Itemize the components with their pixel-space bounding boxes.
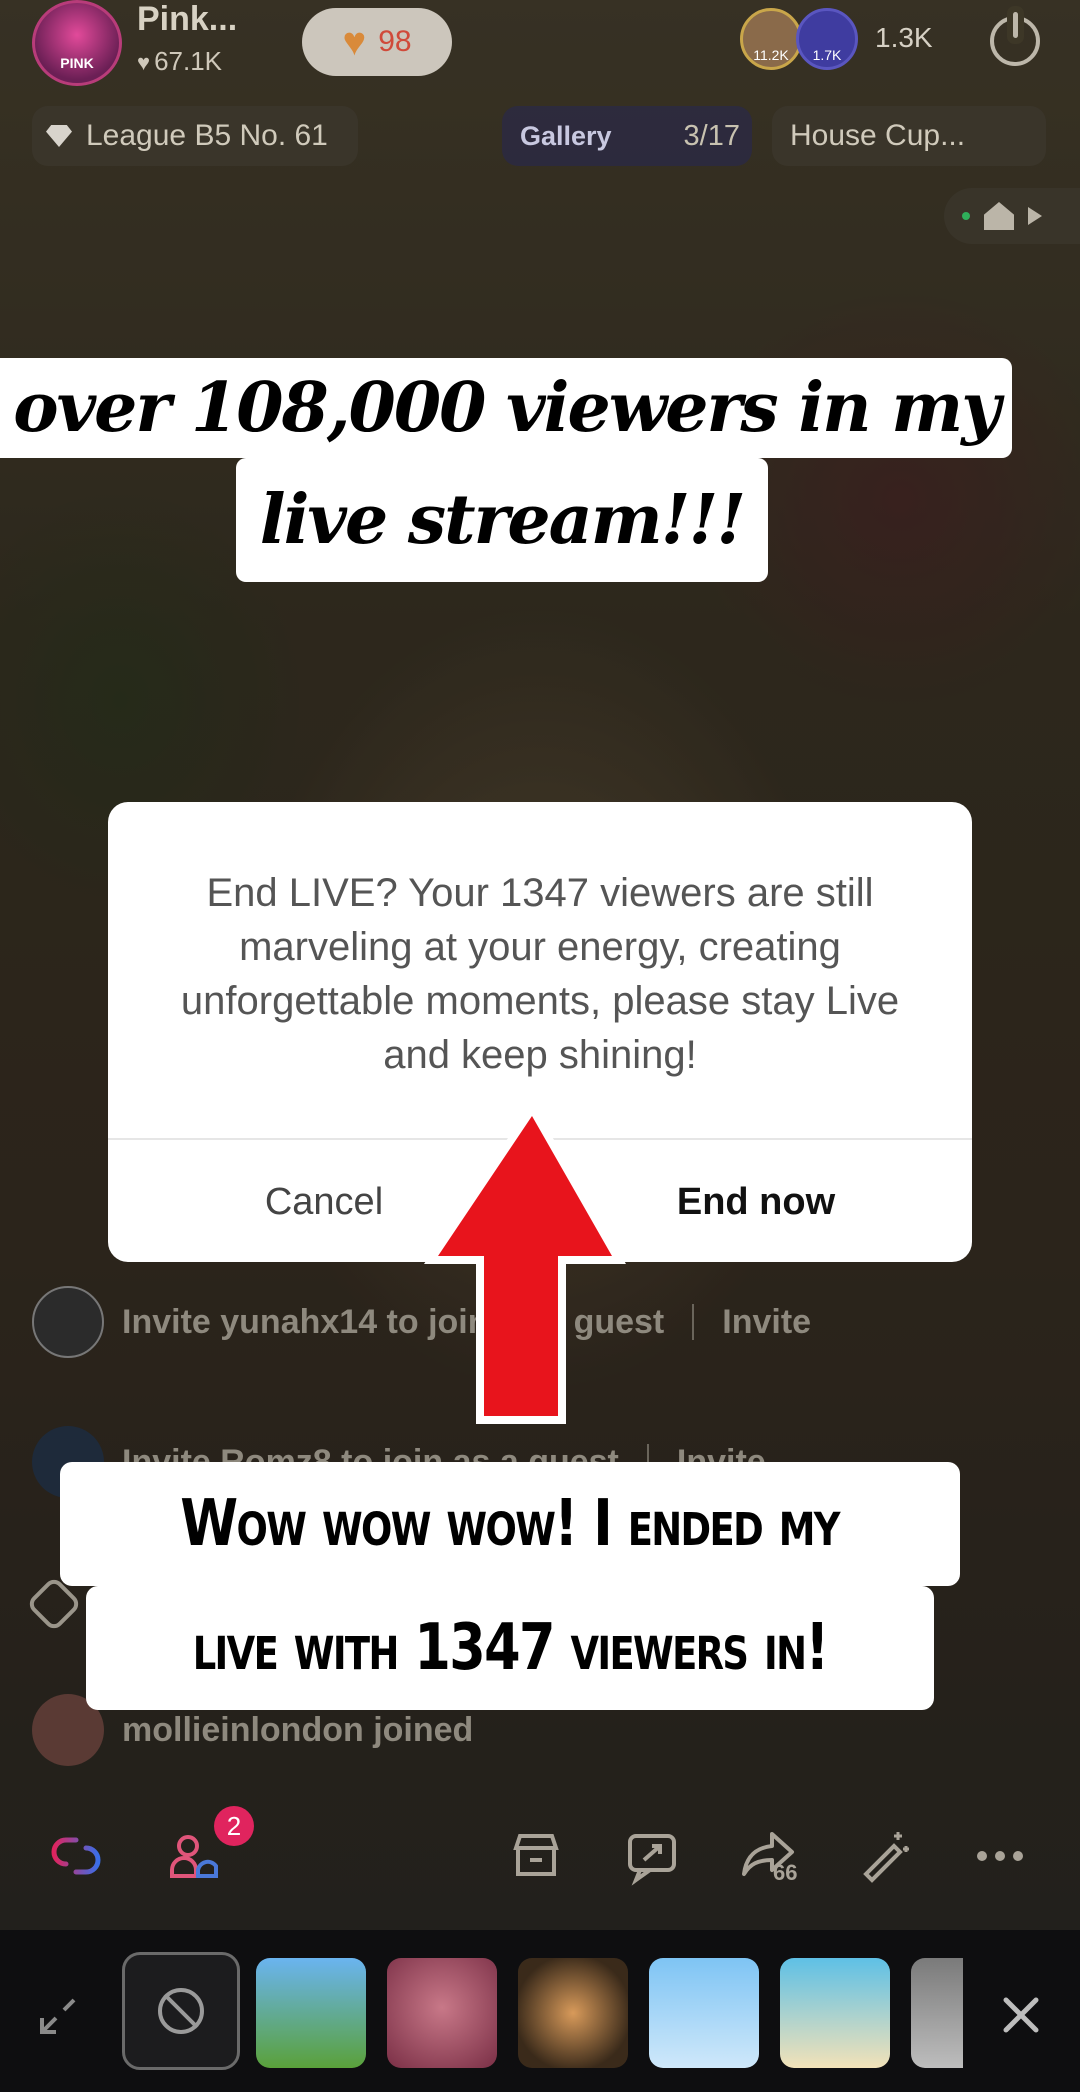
close-icon[interactable] xyxy=(996,1990,1046,2040)
gallery-label: Gallery xyxy=(520,120,612,151)
more-icon[interactable] xyxy=(964,1820,1036,1892)
power-icon[interactable] xyxy=(990,12,1040,66)
caption-text: live with 1347 viewers in! xyxy=(192,1611,830,1685)
red-arrow-icon xyxy=(424,1102,626,1424)
house-cup-label: House Cup... xyxy=(790,119,966,152)
heart-icon: ♥ xyxy=(137,50,151,75)
gift-pill[interactable]: ♥ 98 xyxy=(302,8,452,76)
effect-thumbnail[interactable] xyxy=(518,1958,628,2068)
invite-button[interactable]: Invite xyxy=(722,1303,811,1342)
dialog-message: End LIVE? Your 1347 viewers are still ma… xyxy=(180,871,900,1077)
comment-share-icon[interactable] xyxy=(616,1820,688,1892)
streamer-name[interactable]: Pink... xyxy=(137,0,237,39)
diamond-icon xyxy=(46,125,72,147)
caption-bottom-line-2: live with 1347 viewers in! xyxy=(86,1586,934,1710)
gift-value: 98 xyxy=(378,25,412,58)
effect-thumbnail[interactable] xyxy=(649,1958,759,2068)
expand-icon[interactable] xyxy=(38,1996,78,2036)
caption-text: live stream!!! xyxy=(259,480,746,560)
magic-wand-icon[interactable] xyxy=(848,1820,920,1892)
effect-thumbnail[interactable] xyxy=(911,1958,963,2068)
no-effect-button[interactable] xyxy=(122,1952,240,2070)
viewer-score: 1.7K xyxy=(812,47,842,63)
top-bar: PINK Pink... ♥ 67.1K ♥ 98 11.2K 1.7K 1.3K xyxy=(0,0,1080,95)
play-icon xyxy=(1028,207,1042,225)
guests-badge: 2 xyxy=(214,1806,254,1846)
caption-top-line-1: over 108,000 viewers in my xyxy=(0,358,1012,458)
effect-thumbnail[interactable] xyxy=(387,1958,497,2068)
heart-gift-icon: ♥ xyxy=(342,19,367,64)
league-chip[interactable]: League B5 No. 61 xyxy=(32,106,358,166)
viewer-count[interactable]: 1.3K xyxy=(875,22,933,54)
comment-text: mollieinlondon joined xyxy=(122,1710,474,1749)
mini-controls-pill[interactable] xyxy=(944,188,1080,244)
effect-thumbnail[interactable] xyxy=(780,1958,890,2068)
streamer-avatar[interactable]: PINK xyxy=(32,0,122,86)
top-viewer-avatar[interactable]: 11.2K xyxy=(740,8,802,70)
avatar-text: PINK xyxy=(60,55,94,71)
avatar[interactable] xyxy=(32,1286,104,1358)
caption-bottom-line-1: Wow wow wow! I ended my xyxy=(60,1462,960,1586)
shop-icon[interactable] xyxy=(500,1820,572,1892)
home-icon xyxy=(984,202,1014,230)
top-viewer-avatar[interactable]: 1.7K xyxy=(796,8,858,70)
gallery-count: 3/17 xyxy=(683,119,740,152)
house-cup-chip[interactable]: House Cup... xyxy=(772,106,1046,166)
caption-text: Wow wow wow! I ended my xyxy=(180,1487,841,1561)
caption-text: over 108,000 viewers in my xyxy=(13,368,1000,448)
live-dot-icon xyxy=(962,212,970,220)
gallery-chip[interactable]: Gallery 3/17 xyxy=(502,106,752,166)
no-effect-icon xyxy=(158,1988,204,2034)
link-guest-icon[interactable] xyxy=(40,1820,112,1892)
caption-top-line-2: live stream!!! xyxy=(236,458,768,582)
likes-value: 67.1K xyxy=(154,46,223,76)
league-label: League B5 No. 61 xyxy=(86,119,328,152)
divider xyxy=(692,1304,695,1340)
share-count: 66 xyxy=(773,1860,798,1885)
effect-thumbnail[interactable] xyxy=(256,1958,366,2068)
likes-count: ♥ 67.1K xyxy=(137,46,222,77)
viewer-score: 11.2K xyxy=(753,47,789,63)
action-bar xyxy=(0,1820,1080,1892)
